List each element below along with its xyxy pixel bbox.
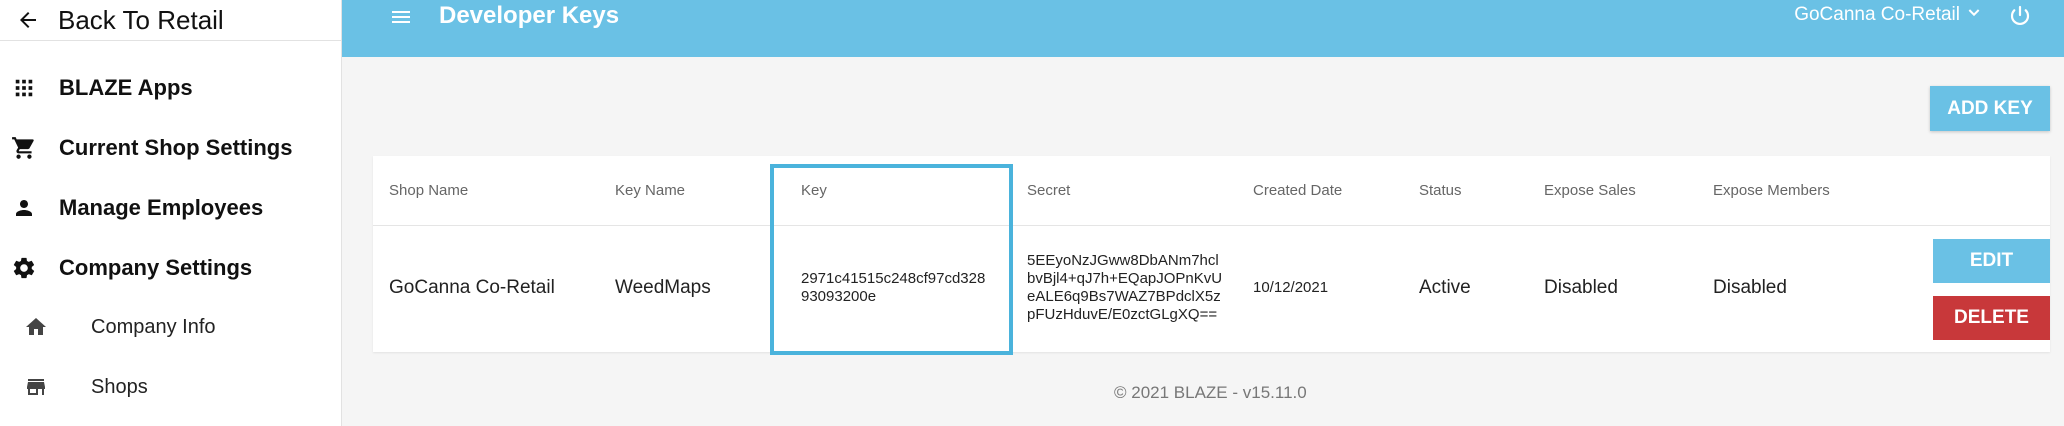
table-row: GoCanna Co-Retail WeedMaps 2971c41515c24…: [373, 226, 2050, 352]
sidebar-item-blaze-apps[interactable]: BLAZE Apps: [0, 66, 342, 110]
secret-line: eALE6q9Bs7WAZ7BPdclX5z: [1027, 288, 1221, 305]
cell-key-name: WeedMaps: [615, 277, 711, 298]
secret-line: bvBjl4+qJ7h+EQapJOPnKvU: [1027, 270, 1223, 287]
footer-version: © 2021 BLAZE - v15.11.0: [1114, 383, 1307, 402]
cell-status: Active: [1419, 277, 1471, 298]
sidebar-item-label: Current Shop Settings: [59, 135, 293, 160]
gear-icon: [10, 254, 38, 282]
account-dropdown[interactable]: GoCanna Co-Retail: [1794, 4, 1982, 26]
column-header-expose-members: Expose Members: [1713, 182, 1830, 199]
person-icon: [10, 194, 38, 222]
chevron-down-icon: [1966, 4, 1982, 26]
app-root: Back To Retail BLAZE Apps Current Shop S…: [0, 0, 2064, 426]
sidebar-item-current-shop-settings[interactable]: Current Shop Settings: [0, 126, 342, 170]
sidebar-item-label: Company Settings: [59, 255, 253, 280]
column-header-key-name: Key Name: [615, 182, 686, 199]
key-line: 93093200e: [801, 288, 877, 305]
sidebar-item-label: Manage Employees: [59, 195, 264, 220]
delete-button[interactable]: DELETE: [1933, 296, 2050, 340]
home-icon: [22, 313, 50, 341]
back-to-retail-label: Back To Retail: [58, 4, 224, 35]
cell-secret: 5EEyoNzJGww8DbANm7hcl bvBjl4+qJ7h+EQapJO…: [1027, 252, 1222, 324]
page-title: Developer Keys: [439, 2, 620, 29]
cell-expose-members: Disabled: [1713, 277, 1787, 298]
column-header-shop-name: Shop Name: [389, 182, 469, 199]
table-header: Shop Name Key Name Key Secret Created Da…: [373, 156, 2050, 226]
secret-line: pFUzHduvE/E0zctGLgXQ==: [1027, 306, 1218, 323]
sidebar-item-company-settings[interactable]: Company Settings: [0, 246, 342, 290]
power-icon[interactable]: [2006, 2, 2034, 30]
cell-key: 2971c41515c248cf97cd328 93093200e: [801, 270, 985, 306]
sidebar-item-shops[interactable]: Shops: [0, 365, 342, 409]
top-app-bar: Developer Keys GoCanna Co-Retail: [342, 0, 2064, 57]
column-header-status: Status: [1419, 182, 1462, 199]
back-to-retail-link[interactable]: Back To Retail: [0, 0, 341, 41]
cell-shop-name: GoCanna Co-Retail: [389, 277, 555, 298]
column-header-expose-sales: Expose Sales: [1544, 182, 1636, 199]
key-line: 2971c41515c248cf97cd328: [801, 270, 986, 287]
sidebar-item-label: Company Info: [91, 315, 216, 338]
cell-created-date: 10/12/2021: [1253, 279, 1329, 296]
hamburger-menu-icon[interactable]: [388, 4, 414, 30]
edit-button[interactable]: EDIT: [1933, 239, 2050, 283]
arrow-left-icon: [16, 7, 42, 33]
column-header-secret: Secret: [1027, 182, 1071, 199]
secret-line: 5EEyoNzJGww8DbANm7hcl: [1027, 252, 1219, 269]
account-name: GoCanna Co-Retail: [1794, 4, 1960, 25]
sidebar-item-company-info[interactable]: Company Info: [0, 305, 342, 349]
sidebar-item-manage-employees[interactable]: Manage Employees: [0, 186, 342, 230]
sidebar: Back To Retail BLAZE Apps Current Shop S…: [0, 0, 342, 426]
column-header-created-date: Created Date: [1253, 182, 1343, 199]
apps-grid-icon: [10, 74, 38, 102]
add-key-button[interactable]: ADD KEY: [1930, 86, 2050, 131]
column-header-key: Key: [801, 182, 827, 199]
sidebar-item-label: Shops: [91, 375, 148, 398]
store-icon: [22, 373, 50, 401]
cell-expose-sales: Disabled: [1544, 277, 1618, 298]
cart-icon: [10, 134, 38, 162]
developer-keys-table: Shop Name Key Name Key Secret Created Da…: [373, 156, 2050, 352]
sidebar-item-label: BLAZE Apps: [59, 75, 193, 100]
